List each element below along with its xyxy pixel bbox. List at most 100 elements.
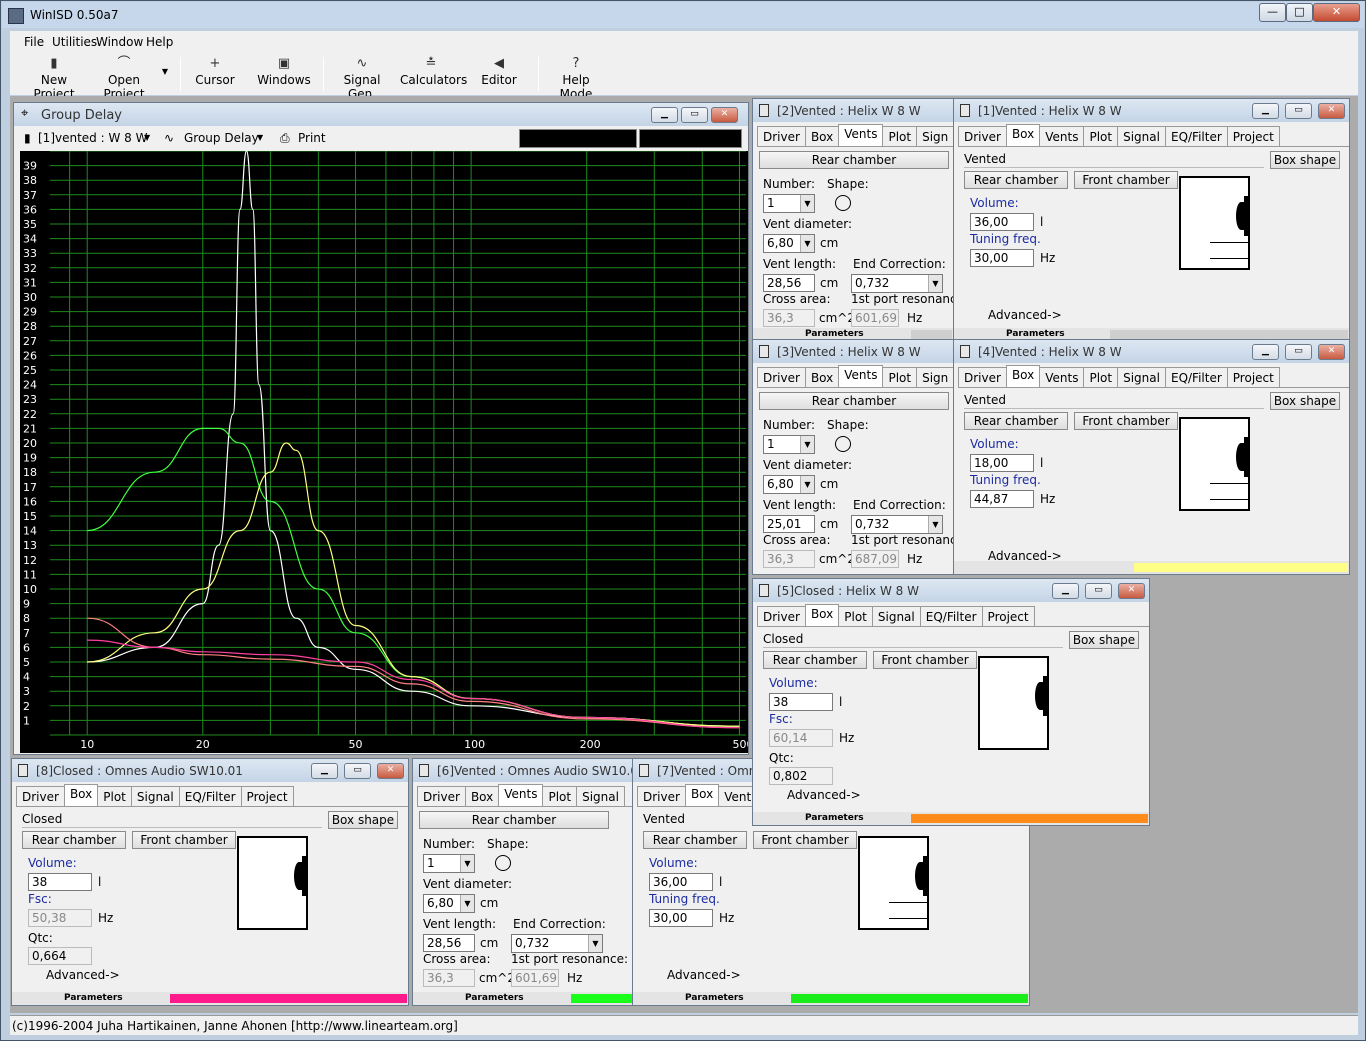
project-8-window[interactable]: [8]Closed : Omnes Audio SW10.01 ▁ ▭ ✕ Driv… — [11, 758, 409, 1006]
tab-box[interactable]: Box — [804, 367, 840, 388]
window-restore-button[interactable]: ▭ — [681, 107, 708, 123]
rear-chamber-button[interactable]: Rear chamber — [763, 651, 867, 669]
editor-button[interactable]: ◀ Editor — [476, 55, 522, 93]
help-mode-button[interactable]: ? Help Mode — [546, 55, 606, 101]
window-minimize-button[interactable]: ▁ — [1252, 103, 1279, 119]
print-button[interactable]: Print — [298, 131, 326, 145]
title-bar[interactable]: WinISD 0.50a7 — □ ✕ — [2, 2, 1364, 28]
calculators-button[interactable]: ≛ Calculators — [400, 55, 467, 93]
window-title-bar[interactable]: [1]Vented : Helix W 8 W ▁ ▭ ✕ — [954, 99, 1349, 122]
tab-eq-filter[interactable]: EQ/Filter — [1164, 367, 1228, 388]
volume-input[interactable]: 36,00 — [649, 873, 713, 891]
tab-plot[interactable]: Plot — [1083, 126, 1119, 147]
menu-window[interactable]: Window — [96, 35, 143, 49]
round-shape-icon[interactable] — [835, 195, 851, 211]
tuning-freq-input[interactable]: 44,87 — [970, 490, 1034, 508]
menu-help[interactable]: Help — [146, 35, 173, 49]
tab-box[interactable]: Box — [464, 786, 500, 807]
front-chamber-button[interactable]: Front chamber — [1074, 171, 1178, 189]
window-close-button[interactable]: ✕ — [1318, 344, 1345, 360]
rear-chamber-button[interactable]: Rear chamber — [22, 831, 126, 849]
tab-driver[interactable]: Driver — [757, 606, 806, 627]
project-1-window[interactable]: [1]Vented : Helix W 8 W ▁ ▭ ✕ Driver Box Ven… — [953, 98, 1350, 342]
tab-signal[interactable]: Signal — [871, 606, 921, 627]
tab-driver[interactable]: Driver — [958, 126, 1007, 147]
advanced-button[interactable]: Advanced-> — [787, 788, 861, 802]
tab-box[interactable]: Box — [684, 784, 720, 807]
project-dropdown-icon[interactable]: ▼ — [144, 133, 150, 142]
tab-vents[interactable]: Vents — [1039, 126, 1085, 147]
tab-box[interactable]: Box — [63, 784, 99, 807]
tab-driver[interactable]: Driver — [417, 786, 466, 807]
tab-vents[interactable]: Vents — [838, 124, 884, 147]
project-4-window[interactable]: [4]Vented : Helix W 8 W ▁ ▭ ✕ Driver Box Ven… — [953, 339, 1350, 575]
tab-driver[interactable]: Driver — [757, 126, 806, 147]
tab-signal[interactable]: Sign — [916, 126, 953, 147]
window-title-bar[interactable]: [5]Closed : Helix W 8 W ▁ ▭ ✕ — [753, 579, 1149, 602]
vent-length-input[interactable]: 28,56 — [423, 934, 475, 952]
volume-input[interactable]: 38 — [769, 693, 833, 711]
plot-type-dropdown-icon[interactable]: ▼ — [257, 133, 263, 142]
window-restore-button[interactable]: ▭ — [1285, 344, 1312, 360]
tab-signal[interactable]: Sign — [916, 367, 953, 388]
box-shape-button[interactable]: Box shape — [1069, 631, 1139, 649]
window-title-bar[interactable]: [3]Vented : Helix W 8 W — [753, 340, 953, 363]
tuning-freq-input[interactable]: 30,00 — [649, 909, 713, 927]
window-title-bar[interactable]: [6]Vented : Omnes Audio SW10.01 — [413, 759, 633, 782]
window-title-bar[interactable]: [4]Vented : Helix W 8 W ▁ ▭ ✕ — [954, 340, 1349, 363]
vent-length-input[interactable]: 25,01 — [763, 515, 815, 533]
round-shape-icon[interactable] — [835, 436, 851, 452]
window-restore-button[interactable]: ▭ — [1085, 583, 1112, 599]
front-chamber-button[interactable]: Front chamber — [1074, 412, 1178, 430]
tab-box[interactable]: Box — [1005, 124, 1041, 147]
tab-plot[interactable]: Plot — [882, 367, 918, 388]
window-minimize-button[interactable]: ▁ — [311, 763, 338, 779]
rear-chamber-button[interactable]: Rear chamber — [964, 171, 1068, 189]
open-project-button[interactable]: ⌒ Open Project — [90, 55, 158, 101]
plot-type-selector[interactable]: Group Delay — [184, 131, 259, 145]
new-project-button[interactable]: ▮ New Project — [22, 55, 86, 101]
project-selector[interactable]: [1]vented : W 8 W — [38, 131, 147, 145]
tab-box[interactable]: Box — [1005, 365, 1041, 388]
vent-number-select[interactable]: 1 ▼ — [763, 435, 815, 454]
rear-chamber-button[interactable]: Rear chamber — [759, 151, 949, 169]
volume-input[interactable]: 38 — [28, 873, 92, 891]
window-minimize-button[interactable]: ▁ — [651, 107, 678, 123]
window-close-button[interactable]: ✕ — [1318, 103, 1345, 119]
end-correction-select[interactable]: 0,732 ▼ — [851, 274, 943, 293]
project-6-window[interactable]: [6]Vented : Omnes Audio SW10.01 Driver Bo… — [412, 758, 634, 1006]
tab-box[interactable]: Box — [804, 126, 840, 147]
tab-box[interactable]: Box — [804, 604, 840, 627]
maximize-button[interactable]: □ — [1286, 3, 1313, 22]
tab-vents[interactable]: Vents — [1039, 367, 1085, 388]
vent-number-select[interactable]: 1 ▼ — [763, 194, 815, 213]
box-shape-button[interactable]: Box shape — [1270, 151, 1340, 169]
advanced-button[interactable]: Advanced-> — [988, 308, 1062, 322]
tab-driver[interactable]: Driver — [757, 367, 806, 388]
menu-file[interactable]: File — [24, 35, 44, 49]
window-close-button[interactable]: ✕ — [711, 107, 738, 123]
tab-eq-filter[interactable]: EQ/Filter — [178, 786, 242, 807]
box-shape-button[interactable]: Box shape — [328, 811, 398, 829]
window-title-bar[interactable]: [8]Closed : Omnes Audio SW10.01 ▁ ▭ ✕ — [12, 759, 408, 782]
tab-project[interactable]: Project — [240, 786, 294, 807]
tab-signal[interactable]: Signal — [576, 786, 625, 807]
group-delay-chart[interactable]: 1 2 3 4 5 6 7 8 9 10 11 12 13 14 15 16 17 18 19 20 21 22 23 24 2… — [20, 150, 748, 753]
tab-plot[interactable]: Plot — [97, 786, 132, 807]
minimize-button[interactable]: — — [1259, 3, 1286, 22]
window-title-bar[interactable]: ⌖ Group Delay ▁ ▭ ✕ — [14, 103, 748, 126]
tab-project[interactable]: Project — [1226, 126, 1280, 147]
vent-diameter-select[interactable]: 6,80 ▼ — [763, 475, 815, 494]
vent-length-input[interactable]: 28,56 — [763, 274, 815, 292]
project-3-window[interactable]: [3]Vented : Helix W 8 W Driver Box Vents Pl… — [752, 339, 954, 575]
advanced-button[interactable]: Advanced-> — [46, 968, 120, 982]
window-minimize-button[interactable]: ▁ — [1252, 344, 1279, 360]
tab-eq-filter[interactable]: EQ/Filter — [919, 606, 983, 627]
tuning-freq-input[interactable]: 30,00 — [970, 249, 1034, 267]
advanced-button[interactable]: Advanced-> — [667, 968, 741, 982]
tab-driver[interactable]: Driver — [16, 786, 65, 807]
tab-project[interactable]: Project — [1226, 367, 1280, 388]
window-minimize-button[interactable]: ▁ — [1052, 583, 1079, 599]
cursor-button[interactable]: + Cursor — [190, 55, 240, 93]
tab-signal[interactable]: Signal — [1117, 126, 1166, 147]
